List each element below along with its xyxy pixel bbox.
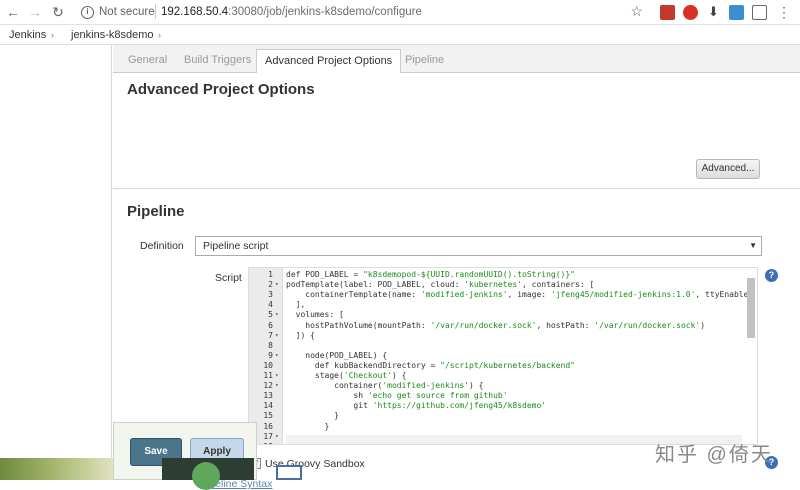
thumbnail-frame: [276, 465, 302, 480]
code-line[interactable]: node(POD_LABEL) {: [286, 351, 387, 360]
code-line[interactable]: ],: [286, 300, 306, 309]
thumbnail-circle: [192, 462, 220, 490]
line-gutter: 12▾345▾67▾89▾1011▾12▾1314151617▾18: [249, 268, 283, 444]
breadcrumb-arrow-icon: ›: [158, 30, 161, 40]
extension-book-icon[interactable]: [660, 5, 675, 20]
extension-abp-icon[interactable]: [683, 5, 698, 20]
breadcrumb-job[interactable]: jenkins-k8sdemo: [71, 29, 154, 41]
background-image-strip: [0, 458, 113, 480]
line-number: 1: [268, 270, 273, 279]
line-number: 2: [268, 280, 273, 290]
sidebar: [0, 45, 112, 480]
tab-general[interactable]: General: [120, 49, 175, 73]
fold-arrow-icon[interactable]: ▾: [275, 382, 279, 389]
code-line[interactable]: hostPathVolume(mountPath: '/var/run/dock…: [286, 321, 705, 330]
select-caret-icon: ▼: [749, 241, 757, 250]
fold-arrow-icon[interactable]: ▾: [275, 311, 279, 318]
code-line[interactable]: ]) {: [286, 331, 315, 340]
line-number: 9: [268, 350, 273, 360]
security-label: Not secure: [99, 6, 155, 18]
line-number: 15: [263, 411, 273, 421]
reload-icon[interactable]: ↻: [49, 3, 67, 21]
fold-arrow-icon[interactable]: ▾: [275, 372, 279, 379]
line-number: 5: [268, 310, 273, 320]
line-number: 3: [268, 290, 273, 300]
definition-value: Pipeline script: [203, 240, 269, 252]
extension-download-icon[interactable]: ⬇: [706, 5, 721, 20]
line-number: 12: [263, 381, 273, 391]
tab-build-triggers[interactable]: Build Triggers: [176, 49, 259, 73]
info-icon[interactable]: i: [81, 6, 94, 19]
watermark-text: 知乎 @倚天: [655, 444, 773, 466]
code-line[interactable]: container('modified-jenkins') {: [286, 381, 483, 390]
breadcrumb-jenkins[interactable]: Jenkins: [9, 29, 46, 41]
section-title-pipeline: Pipeline: [127, 203, 185, 220]
menu-kebab-icon[interactable]: ⋮: [775, 3, 793, 21]
thumbnail-image: [162, 458, 254, 490]
code-line[interactable]: sh 'echo get source from github': [286, 391, 507, 400]
forward-icon[interactable]: →: [26, 3, 44, 21]
script-editor[interactable]: 12▾345▾67▾89▾1011▾12▾1314151617▾18 def P…: [248, 267, 758, 445]
address-bar[interactable]: i Not secure 192.168.50.4:30080/job/jenk…: [77, 2, 651, 23]
extension-save-icon[interactable]: [729, 5, 744, 20]
code-line[interactable]: }: [286, 411, 339, 420]
code-line[interactable]: volumes: [: [286, 310, 344, 319]
line-number: 14: [263, 401, 273, 411]
fold-arrow-icon[interactable]: ▾: [275, 352, 279, 359]
code-line[interactable]: stage('Checkout') {: [286, 371, 407, 380]
definition-label: Definition: [140, 240, 184, 252]
section-title-advanced: Advanced Project Options: [127, 81, 315, 98]
fold-arrow-icon[interactable]: ▾: [275, 433, 279, 440]
script-help-icon[interactable]: ?: [765, 269, 778, 282]
bookmark-star-icon[interactable]: ☆: [630, 3, 643, 20]
advanced-section: Advanced Project Options Advanced...: [113, 73, 800, 189]
code-line[interactable]: git 'https://github.com/jfeng45/k8sdemo': [286, 401, 546, 410]
code-line[interactable]: podTemplate(label: POD_LABEL, cloud: 'ku…: [286, 280, 594, 289]
editor-vertical-scrollbar[interactable]: [747, 278, 755, 338]
url-path: :30080/job/jenkins-k8sdemo/configure: [228, 6, 422, 18]
config-main: General Build Triggers Advanced Project …: [113, 45, 800, 490]
back-icon[interactable]: ←: [4, 3, 22, 21]
url-host: 192.168.50.4: [161, 6, 229, 18]
breadcrumb-arrow-icon: ›: [51, 30, 54, 40]
code-line[interactable]: containerTemplate(name: 'modified-jenkin…: [286, 290, 753, 299]
line-number: 13: [263, 391, 273, 401]
line-number: 6: [268, 320, 273, 330]
line-number: 10: [263, 360, 273, 370]
line-number: 4: [268, 300, 273, 310]
extension-reader-icon[interactable]: [752, 5, 767, 20]
tab-advanced-project-options[interactable]: Advanced Project Options: [256, 49, 402, 74]
code-line[interactable]: def POD_LABEL = "k8sdemopod-${UUID.rando…: [286, 270, 575, 279]
tab-pipeline[interactable]: Pipeline: [397, 49, 452, 73]
advanced-button[interactable]: Advanced...: [696, 159, 760, 179]
fold-arrow-icon[interactable]: ▾: [275, 281, 279, 288]
line-number: 8: [268, 340, 273, 350]
script-label: Script: [215, 272, 242, 284]
address-separator: [155, 4, 156, 19]
code-line[interactable]: }: [286, 422, 330, 431]
definition-select[interactable]: Pipeline script ▼: [195, 236, 762, 256]
line-number: 11: [263, 371, 273, 380]
config-tabs: General Build Triggers Advanced Project …: [113, 45, 800, 74]
url-text[interactable]: 192.168.50.4:30080/job/jenkins-k8sdemo/c…: [161, 6, 422, 18]
browser-toolbar: ← → ↻ i Not secure 192.168.50.4:30080/jo…: [0, 0, 800, 25]
fold-arrow-icon[interactable]: ▾: [275, 332, 279, 339]
code-line[interactable]: def kubBackendDirectory = "/script/kuber…: [286, 361, 575, 370]
breadcrumb: Jenkins › jenkins-k8sdemo ›: [0, 25, 800, 45]
line-number: 7: [268, 330, 273, 340]
